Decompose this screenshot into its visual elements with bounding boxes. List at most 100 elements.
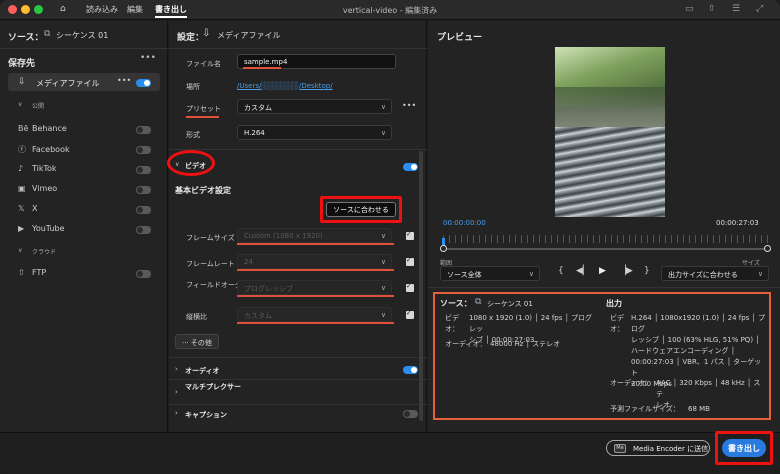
more-icon[interactable]: •••: [140, 53, 156, 63]
field-order-checkbox[interactable]: [406, 282, 414, 292]
location-label: 場所: [186, 83, 200, 91]
chevron-down-icon[interactable]: ∨: [18, 247, 22, 254]
media-file-icon: ⇩: [18, 77, 26, 87]
frame-rate-checkbox[interactable]: [406, 256, 414, 266]
youtube-icon: ▶: [18, 224, 25, 233]
filename-underline: [243, 67, 281, 69]
window-title: vertical-video - 編集済み: [342, 6, 438, 15]
chevron-down-icon: ∨: [380, 284, 386, 292]
output-header: 出力: [606, 299, 622, 308]
settings-sliders-icon[interactable]: ☰: [732, 4, 740, 14]
preset-label: プリセット: [186, 105, 221, 113]
output-video-label: ビデオ：: [610, 314, 624, 333]
step-back-icon[interactable]: ◀▏: [576, 266, 590, 276]
chevron-right-icon[interactable]: ›: [175, 388, 178, 396]
audio-toggle[interactable]: [403, 366, 418, 374]
preview-video-frame: [555, 47, 665, 217]
set-out-icon[interactable]: }: [644, 266, 650, 276]
behance-toggle[interactable]: [136, 126, 151, 134]
media-encoder-icon: Me: [614, 444, 626, 453]
play-icon[interactable]: ▶: [599, 266, 606, 276]
facebook-icon: ⓕ: [18, 145, 26, 154]
frame-size-checkbox[interactable]: [406, 230, 414, 240]
public-header: 公開: [32, 103, 45, 110]
fullscreen-icon[interactable]: ⤢: [756, 4, 763, 14]
filename-label: ファイル名: [186, 60, 221, 68]
destination-behance[interactable]: Bē Behance: [18, 124, 67, 133]
chevron-down-icon: ∨: [380, 232, 386, 240]
upload-icon: ⇧: [18, 268, 25, 277]
youtube-toggle[interactable]: [136, 226, 151, 234]
field-order-underline: [237, 295, 394, 297]
in-point-handle[interactable]: [440, 245, 447, 252]
audio-section-title[interactable]: オーディオ: [185, 366, 220, 376]
multiplexer-section-title[interactable]: マルチプレクサー: [185, 383, 245, 392]
media-encoder-label: Media Encoder に送信: [633, 445, 709, 453]
frame-rate-select[interactable]: 24 ∨: [237, 254, 392, 269]
range-select[interactable]: ソース全体 ∨: [440, 266, 540, 281]
destination-ftp[interactable]: ⇧ FTP: [18, 268, 46, 277]
summary-source-name: シーケンス 01: [487, 300, 533, 308]
ftp-toggle[interactable]: [136, 270, 151, 278]
output-audio-line: AAC │ 320 Kbps │ 48 kHz │ ステ: [656, 379, 761, 398]
destination-facebook[interactable]: ⓕ Facebook: [18, 144, 70, 155]
destination-youtube[interactable]: ▶ YouTube: [18, 224, 65, 233]
title-bar: ⌂ 読み込み 編集 書き出し vertical-video - 編集済み ▭ ⇧…: [0, 0, 780, 20]
chevron-down-icon: ∨: [380, 129, 386, 137]
aspect-underline: [237, 322, 394, 324]
x-toggle[interactable]: [136, 206, 151, 214]
media-file-toggle[interactable]: [136, 79, 151, 87]
output-video-line: H.264 │ 1080x1920 (1.0) │ 24 fps │ プログ: [631, 314, 765, 333]
format-select[interactable]: H.264 ∨: [237, 125, 392, 140]
media-file-more-icon[interactable]: •••: [117, 76, 131, 85]
export-button[interactable]: 書き出し: [722, 439, 766, 457]
location-link[interactable]: /Users/░░░░░░░/Desktop/: [237, 82, 333, 90]
format-label: 形式: [186, 131, 200, 139]
output-video-line: レッシブ │ 100 (63% HLG, 51% PQ) │: [631, 336, 760, 344]
size-select[interactable]: 出力サイズに合わせる ∨: [661, 266, 769, 281]
caption-toggle[interactable]: [403, 410, 418, 418]
timeline-track[interactable]: [443, 248, 768, 250]
field-order-select[interactable]: プログレッシブ ∨: [237, 280, 392, 295]
panel-icon[interactable]: ▭: [685, 4, 694, 14]
more-settings-button[interactable]: ··· その他: [175, 334, 219, 349]
preview-header: プレビュー: [437, 33, 483, 43]
caption-section-title[interactable]: キャプション: [185, 410, 227, 420]
sequence-icon: ⧉: [475, 297, 482, 307]
destinations-panel: ソース： ⧉ シーケンス 01 保存先 ••• ⇩ メディアファイル ••• ∨…: [0, 21, 168, 432]
destination-vimeo[interactable]: ▣ Vimeo: [18, 184, 57, 193]
destination-tiktok[interactable]: ♪ TikTok: [18, 164, 57, 173]
sequence-icon: ⧉: [44, 29, 51, 39]
match-source-button[interactable]: ソースに合わせる: [326, 202, 396, 217]
set-in-icon[interactable]: {: [558, 266, 564, 276]
send-to-media-encoder-button[interactable]: Me Media Encoder に送信: [606, 440, 710, 456]
settings-scrollbar[interactable]: [419, 151, 423, 421]
chevron-right-icon[interactable]: ›: [175, 409, 178, 417]
destination-x[interactable]: 𝕏X: [18, 204, 37, 213]
frame-size-select[interactable]: Custom (1080 x 1920) ∨: [237, 228, 392, 243]
aspect-checkbox[interactable]: [406, 309, 414, 319]
video-toggle[interactable]: [403, 163, 418, 171]
preset-underline: [186, 116, 219, 118]
tiktok-toggle[interactable]: [136, 166, 151, 174]
current-time: 00:00:00:00: [443, 219, 486, 227]
output-video-line: ハードウェアエンコーディング │: [631, 347, 735, 355]
timeline-ruler[interactable]: [443, 235, 768, 243]
chevron-down-icon[interactable]: ∨: [18, 101, 22, 108]
destinations-header: 保存先: [8, 59, 36, 69]
out-point-handle[interactable]: [764, 245, 771, 252]
share-icon[interactable]: ⇧: [708, 4, 716, 14]
chevron-right-icon[interactable]: ›: [175, 365, 178, 373]
step-forward-icon[interactable]: ▕▶: [619, 266, 633, 276]
chevron-down-icon: ∨: [380, 258, 386, 266]
vimeo-toggle[interactable]: [136, 186, 151, 194]
preset-select[interactable]: カスタム ∨: [237, 99, 392, 114]
preset-more-icon[interactable]: •••: [402, 101, 416, 110]
frame-size-underline: [237, 243, 394, 245]
aspect-select[interactable]: カスタム ∨: [237, 307, 392, 322]
source-label: ソース：: [8, 33, 44, 43]
behance-icon: Bē: [18, 124, 29, 133]
settings-panel: 設定： ⇩ メディアファイル ファイル名 sample.mp4 場所 /User…: [167, 21, 427, 432]
facebook-toggle[interactable]: [136, 146, 151, 154]
cloud-header: クラウド: [32, 249, 57, 256]
